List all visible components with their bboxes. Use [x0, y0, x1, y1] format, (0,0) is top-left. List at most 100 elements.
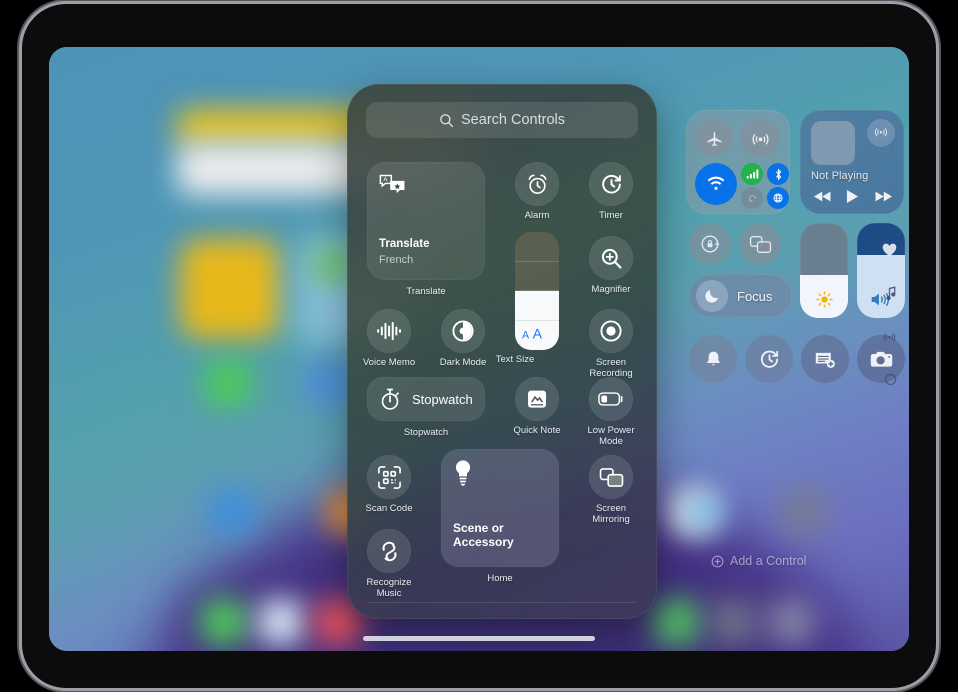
- low-power-icon-wrap: [589, 377, 633, 421]
- focus-button[interactable]: Focus: [689, 274, 792, 318]
- controls-gallery-panel: Search Controls A Translate French Trans…: [347, 84, 657, 619]
- alarm-clock-icon: [528, 174, 546, 194]
- rotation-lock-button[interactable]: [689, 223, 731, 265]
- screen-mirroring-label: Screen Mirroring: [592, 503, 629, 525]
- hotspot-icon: [748, 194, 756, 202]
- scene-or-accessory-control[interactable]: Scene or Accessory Home: [441, 449, 559, 584]
- heart-icon[interactable]: [882, 243, 897, 262]
- text-size-track[interactable]: A A: [515, 232, 559, 350]
- alarm-ring-button[interactable]: [689, 335, 737, 383]
- search-controls-field[interactable]: Search Controls: [366, 102, 638, 138]
- low-power-mode-control[interactable]: Low Power Mode: [588, 377, 635, 447]
- now-playing-status: Not Playing: [811, 170, 869, 182]
- dark-mode-control[interactable]: Dark Mode: [440, 309, 486, 368]
- translate-bubbles-icon: A: [379, 174, 405, 194]
- note-icon: [528, 390, 546, 408]
- voice-memo-control[interactable]: Voice Memo: [363, 309, 415, 368]
- timer-icon: [601, 174, 621, 193]
- note-plus-icon: [815, 352, 835, 368]
- search-placeholder: Search Controls: [461, 112, 565, 128]
- voice-memo-icon-wrap: [367, 309, 411, 353]
- home-indicator[interactable]: [363, 636, 595, 641]
- scan-code-icon-wrap: [367, 455, 411, 499]
- sun-icon: [815, 291, 833, 308]
- timer-button[interactable]: [745, 335, 793, 383]
- quick-note-label: Quick Note: [513, 425, 561, 436]
- screen-mirroring-button[interactable]: [739, 223, 781, 265]
- svg-text:A: A: [383, 177, 388, 184]
- cellular-bars-icon: [746, 169, 758, 179]
- blurred-app-icon-blue: [304, 359, 352, 407]
- scan-code-label: Scan Code: [365, 503, 413, 514]
- quick-note-button[interactable]: [801, 335, 849, 383]
- voice-memo-label: Voice Memo: [362, 357, 416, 368]
- airplay-button[interactable]: [867, 119, 895, 147]
- volume-slider[interactable]: [857, 223, 905, 318]
- timer-label: Timer: [599, 210, 623, 221]
- brightness-slider[interactable]: [800, 223, 848, 318]
- screen-recording-label-line1: Screen: [595, 357, 627, 368]
- bell-icon: [706, 351, 720, 365]
- camera-button[interactable]: [857, 335, 905, 383]
- personal-hotspot-button[interactable]: [741, 187, 763, 209]
- heart-glyph-icon: [882, 243, 897, 256]
- airplane-mode-button[interactable]: [695, 119, 733, 157]
- broadcast-glyph-icon: [883, 333, 896, 342]
- airplane-icon: [706, 131, 722, 146]
- wifi-icon: [707, 176, 725, 190]
- dock-app-gray-2: [711, 599, 757, 645]
- scan-code-control[interactable]: Scan Code: [365, 455, 413, 514]
- gallery-bottom-divider: [369, 602, 635, 603]
- timer-icon-wrap: [589, 162, 633, 206]
- dark-mode-label: Dark Mode: [439, 357, 487, 368]
- dark-mode-circle-icon: [452, 320, 474, 342]
- quick-note-icon-wrap: [515, 377, 559, 421]
- add-a-control-button[interactable]: Add a Control: [711, 554, 806, 568]
- quick-note-control[interactable]: Quick Note: [514, 377, 561, 436]
- magnifier-control[interactable]: Magnifier: [589, 236, 633, 295]
- search-icon: [440, 113, 454, 127]
- svg-text:A: A: [533, 326, 543, 341]
- screen-mirroring-icon: [749, 235, 771, 253]
- wifi-button[interactable]: [695, 163, 737, 205]
- screen-mirroring-control[interactable]: Screen Mirroring: [589, 455, 633, 525]
- recognize-music-control[interactable]: Recognize Music: [367, 529, 411, 599]
- timer-control[interactable]: Timer: [589, 162, 633, 221]
- circle-icon[interactable]: [884, 373, 897, 391]
- connectivity-module[interactable]: [686, 110, 790, 214]
- recognize-music-icon-wrap: [367, 529, 411, 573]
- broadcast-icon[interactable]: [882, 329, 897, 349]
- satellite-button[interactable]: [767, 187, 789, 209]
- svg-text:A: A: [522, 329, 530, 341]
- camera-icon: [870, 351, 892, 367]
- text-size-label: Text Size: [495, 354, 535, 365]
- bluetooth-button[interactable]: [767, 163, 789, 185]
- music-note-icon[interactable]: [884, 285, 897, 305]
- timer-icon: [760, 350, 778, 368]
- screen-mirroring-icon: [599, 467, 623, 487]
- blurred-app-icon-gray: [779, 487, 829, 537]
- airdrop-button[interactable]: [741, 119, 779, 157]
- stopwatch-control[interactable]: Stopwatch Stopwatch: [367, 377, 485, 438]
- magnifier-icon: [601, 248, 621, 268]
- cellular-data-button[interactable]: [741, 163, 763, 185]
- blurred-app-icon-sky: [687, 495, 721, 529]
- qr-scan-icon: [377, 465, 401, 489]
- now-playing-module[interactable]: Not Playing: [800, 110, 904, 214]
- scene-or-accessory-title: Scene or Accessory: [453, 521, 514, 549]
- translate-control[interactable]: A Translate French Translate: [367, 162, 485, 297]
- circle-glyph-icon: [884, 373, 897, 386]
- ipad-device-frame: Not Playing Focus Add a Control Search C…: [22, 4, 936, 688]
- screen-recording-control[interactable]: Screen Recording: [589, 309, 633, 379]
- scene-or-accessory-label: Home: [487, 573, 513, 584]
- fast-forward-button[interactable]: [874, 190, 892, 208]
- recognize-music-label-line1: Recognize: [366, 577, 412, 588]
- dock-app-safari: [258, 599, 304, 645]
- play-icon: [846, 190, 859, 203]
- magnifier-icon-wrap: [589, 236, 633, 280]
- play-button[interactable]: [846, 189, 859, 209]
- rewind-button[interactable]: [814, 190, 832, 208]
- alarm-control[interactable]: Alarm: [515, 162, 559, 221]
- blurred-widget-yellow-square: [180, 239, 280, 339]
- moon-icon: [705, 290, 718, 303]
